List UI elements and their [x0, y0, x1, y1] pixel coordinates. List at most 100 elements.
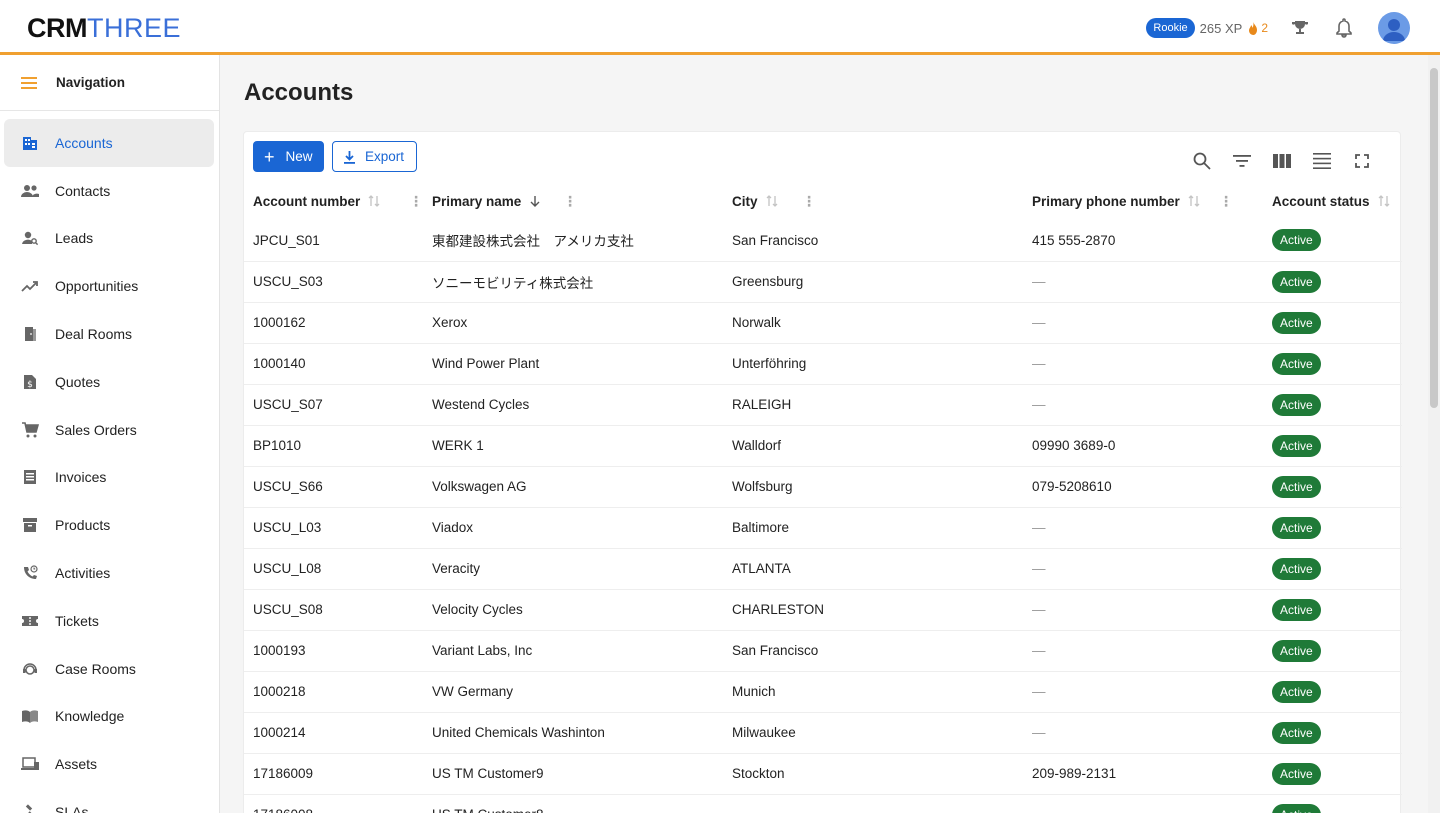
status-badge: Active	[1272, 434, 1321, 457]
sidebar: Navigation Accounts Contacts Leads Oppor…	[0, 55, 220, 813]
columns-icon[interactable]	[1262, 147, 1302, 175]
sidebar-item-label: Sales Orders	[55, 421, 137, 438]
sidebar-item-case-rooms[interactable]: Case Rooms	[4, 645, 214, 693]
account-number-cell: USCU_L03	[244, 507, 423, 549]
filter-icon[interactable]	[1222, 147, 1262, 175]
table-row[interactable]: 17186009 US TM Customer9 Stockton 209-989-2…	[244, 753, 1402, 795]
sort-desc-icon[interactable]	[529, 195, 541, 207]
table-row[interactable]: 17186008US TM Customer8——Active	[244, 794, 1402, 813]
column-header-account-number[interactable]: Account number ⋮	[244, 182, 423, 220]
phone-cell: 079-5208610	[1023, 466, 1263, 508]
account-number-cell: 1000140	[244, 343, 423, 385]
column-header-city[interactable]: City ⋮	[723, 182, 1023, 220]
column-menu-icon[interactable]: ⋮	[409, 194, 423, 208]
account-number-cell: USCU_S08	[244, 589, 423, 631]
table-row[interactable]: USCU_S07 Westend Cycles RALEIGH — Active	[244, 384, 1402, 426]
sort-icon[interactable]	[766, 195, 778, 207]
table-row[interactable]: BP1010 WERK 1 Walldorf 09990 3689-0 Active	[244, 425, 1402, 467]
account-status-cell: Active	[1263, 753, 1402, 795]
account-number-cell: 17186008	[244, 794, 423, 813]
city-cell: ATLANTA	[723, 548, 1023, 590]
new-button[interactable]: + New	[253, 141, 324, 172]
svg-text:$: $	[27, 380, 33, 390]
status-badge: Active	[1272, 680, 1321, 703]
density-icon[interactable]	[1302, 147, 1342, 175]
sidebar-item-accounts[interactable]: Accounts	[4, 119, 214, 167]
building-icon	[21, 134, 39, 152]
table-row[interactable]: 1000218 VW Germany Munich — Active	[244, 671, 1402, 713]
primary-name-cell: Wind Power Plant	[423, 343, 723, 385]
account-status-cell: Active	[1263, 712, 1402, 754]
people-icon	[21, 182, 39, 200]
door-icon	[21, 325, 39, 343]
column-header-label: Primary name	[432, 193, 522, 209]
app-logo[interactable]: CRMTHREE	[27, 14, 181, 42]
status-badge: Active	[1272, 557, 1321, 580]
table-row[interactable]: JPCU_S01 東都建設株式会社 アメリカ支社 San Francisco 415 …	[244, 220, 1402, 262]
user-avatar[interactable]	[1378, 12, 1410, 44]
sort-icon[interactable]	[1188, 195, 1200, 207]
primary-name-cell: 東都建設株式会社 アメリカ支社	[423, 220, 723, 262]
table-row[interactable]: USCU_L03 Viadox Baltimore — Active	[244, 507, 1402, 549]
table-row[interactable]: USCU_S66 Volkswagen AG Wolfsburg 079-520861…	[244, 466, 1402, 508]
menu-icon[interactable]	[21, 76, 37, 89]
sidebar-item-opportunities[interactable]: Opportunities	[4, 262, 214, 310]
column-header-primary-name[interactable]: Primary name ⋮	[423, 182, 723, 220]
account-number-cell: USCU_S07	[244, 384, 423, 426]
sidebar-item-sales-orders[interactable]: Sales Orders	[4, 406, 214, 454]
search-icon[interactable]	[1182, 147, 1222, 175]
account-status-cell: Active	[1263, 630, 1402, 672]
sidebar-item-quotes[interactable]: $ Quotes	[4, 358, 214, 406]
page-scrollbar-thumb[interactable]	[1430, 68, 1438, 408]
phone-clock-icon	[21, 564, 39, 582]
sidebar-item-knowledge[interactable]: Knowledge	[4, 693, 214, 741]
phone-cell: —	[1023, 589, 1263, 631]
trophy-icon[interactable]	[1288, 16, 1312, 40]
primary-name-cell: Veracity	[423, 548, 723, 590]
column-menu-icon[interactable]: ⋮	[1219, 194, 1233, 208]
sidebar-item-leads[interactable]: Leads	[4, 215, 214, 263]
primary-name-cell: Westend Cycles	[423, 384, 723, 426]
sidebar-item-slas[interactable]: SLAs	[4, 788, 214, 813]
nav-list: Accounts Contacts Leads Opportunities De…	[0, 111, 219, 813]
sidebar-item-label: SLAs	[55, 804, 89, 813]
table-row[interactable]: USCU_S03 ソニーモビリティ株式会社 Greensburg — Active	[244, 261, 1402, 303]
table-row[interactable]: 1000140 Wind Power Plant Unterföhring — Acti…	[244, 343, 1402, 385]
phone-cell: —	[1023, 794, 1263, 813]
export-button[interactable]: Export	[332, 141, 417, 172]
sidebar-item-activities[interactable]: Activities	[4, 549, 214, 597]
sort-icon[interactable]	[1378, 195, 1390, 207]
cart-icon	[21, 421, 39, 439]
sidebar-item-label: Deal Rooms	[55, 326, 133, 343]
table-row[interactable]: USCU_L08 Veracity ATLANTA — Active	[244, 548, 1402, 590]
city-cell: Greensburg	[723, 261, 1023, 303]
sidebar-item-contacts[interactable]: Contacts	[4, 167, 214, 215]
account-status-cell: Active	[1263, 589, 1402, 631]
sidebar-item-tickets[interactable]: Tickets	[4, 597, 214, 645]
download-icon	[343, 150, 356, 164]
table-row[interactable]: 1000193 Variant Labs, Inc San Francisco — Ac…	[244, 630, 1402, 672]
bell-icon[interactable]	[1332, 16, 1356, 40]
column-menu-icon[interactable]: ⋮	[802, 194, 816, 208]
table-row[interactable]: 1000162 Xerox Norwalk — Active	[244, 302, 1402, 344]
account-status-cell: Active	[1263, 507, 1402, 549]
table-row[interactable]: USCU_S08 Velocity Cycles CHARLESTON — Active	[244, 589, 1402, 631]
sidebar-item-products[interactable]: Products	[4, 501, 214, 549]
sidebar-item-label: Quotes	[55, 373, 101, 390]
fullscreen-icon[interactable]	[1342, 147, 1382, 175]
sidebar-item-deal-rooms[interactable]: Deal Rooms	[4, 310, 214, 358]
column-header-account-status[interactable]: Account status	[1263, 182, 1402, 220]
header-actions: Rookie 265 XP 2	[1146, 11, 1410, 45]
sidebar-item-invoices[interactable]: Invoices	[4, 454, 214, 502]
archive-box-icon	[21, 516, 39, 534]
sidebar-item-label: Activities	[55, 565, 111, 582]
sidebar-item-label: Knowledge	[55, 708, 125, 725]
table-row[interactable]: 1000214 United Chemicals Washinton Milwauk…	[244, 712, 1402, 754]
sidebar-item-assets[interactable]: Assets	[4, 740, 214, 788]
status-badge: Active	[1272, 598, 1321, 621]
column-menu-icon[interactable]: ⋮	[563, 194, 577, 208]
column-header-primary-phone[interactable]: Primary phone number ⋮	[1023, 182, 1263, 220]
sort-icon[interactable]	[368, 195, 380, 207]
sidebar-item-label: Leads	[55, 230, 94, 247]
status-badge: Active	[1272, 762, 1321, 785]
